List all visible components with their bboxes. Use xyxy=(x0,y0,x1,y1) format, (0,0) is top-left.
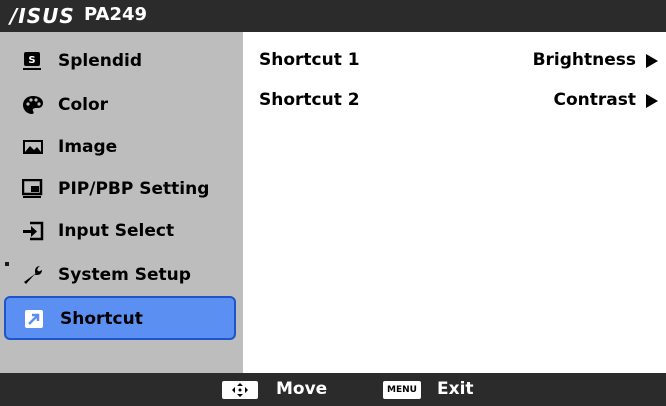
menu-icon[interactable]: MENU xyxy=(383,381,421,399)
sidebar-item-label: Color xyxy=(58,95,109,115)
dpad-icon xyxy=(232,383,248,397)
sidebar-item-label: PIP/PBP Setting xyxy=(58,179,210,199)
input-select-icon xyxy=(23,221,44,241)
sidebar-item-label: Input Select xyxy=(58,221,175,241)
row-value: Contrast xyxy=(553,90,637,110)
sidebar-item-label: System Setup xyxy=(58,265,191,285)
wrench-icon xyxy=(24,266,42,284)
sidebar-item-input-select[interactable]: Input Select xyxy=(4,212,236,250)
chevron-right-icon xyxy=(646,94,658,108)
sidebar-item-system-setup[interactable]: System Setup xyxy=(4,256,236,294)
sidebar-item-splendid[interactable]: S Splendid xyxy=(4,42,236,80)
sidebar-item-pip-pbp-setting[interactable]: PIP/PBP Setting xyxy=(4,170,236,208)
footer-bar: Move MENU Exit xyxy=(0,373,666,406)
row-label: Shortcut 1 xyxy=(259,50,360,70)
image-icon xyxy=(23,140,43,154)
row-value: Brightness xyxy=(532,50,636,70)
sidebar-item-label: Shortcut xyxy=(60,309,143,329)
chevron-right-icon xyxy=(646,54,658,68)
scroll-indicator xyxy=(5,262,9,266)
exit-label: Exit xyxy=(437,379,474,399)
pip-icon xyxy=(22,179,43,198)
palette-icon xyxy=(23,96,43,114)
sidebar-item-label: Image xyxy=(58,137,118,157)
svg-text:S: S xyxy=(28,55,35,66)
move-label: Move xyxy=(276,379,328,399)
sidebar: S Splendid Color Image PIP/PBP Setting I… xyxy=(0,32,243,373)
brand-logo: /ISUS xyxy=(10,4,75,28)
sidebar-item-shortcut[interactable]: Shortcut xyxy=(4,296,236,340)
shortcut-row-2[interactable]: Shortcut 2 Contrast xyxy=(243,86,666,116)
model-name: PA249 xyxy=(84,4,148,25)
sidebar-item-label: Splendid xyxy=(58,51,143,71)
shortcut-row-1[interactable]: Shortcut 1 Brightness xyxy=(243,46,666,76)
sidebar-item-color[interactable]: Color xyxy=(4,86,236,124)
splendid-icon: S xyxy=(23,52,41,70)
sidebar-item-image[interactable]: Image xyxy=(4,128,236,166)
move-icon[interactable] xyxy=(222,381,258,399)
row-label: Shortcut 2 xyxy=(259,90,360,110)
main-panel: Shortcut 1 Brightness Shortcut 2 Contras… xyxy=(243,32,666,373)
title-bar: /ISUS PA249 xyxy=(0,0,666,32)
shortcut-icon xyxy=(25,310,43,328)
